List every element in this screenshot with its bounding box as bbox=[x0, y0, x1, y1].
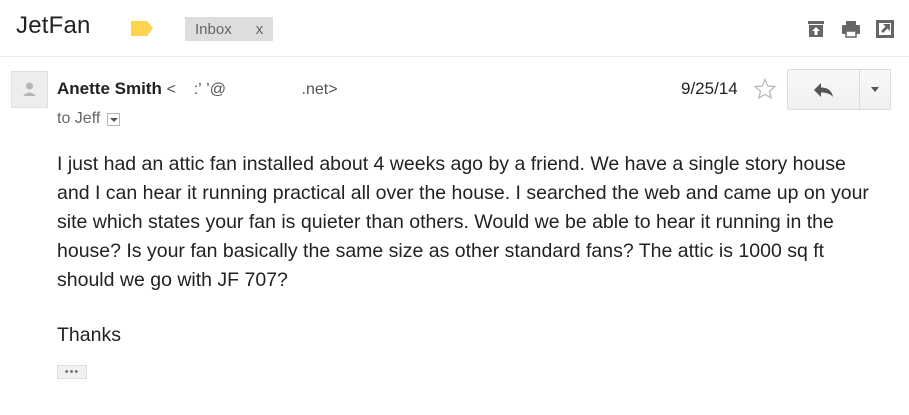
reply-button-group bbox=[787, 69, 891, 110]
message-paragraph: I just had an attic fan installed about … bbox=[57, 153, 869, 291]
message-closing: Thanks bbox=[57, 324, 121, 346]
reply-button[interactable] bbox=[788, 70, 860, 109]
remove-label-button[interactable]: x bbox=[256, 21, 264, 38]
star-icon[interactable] bbox=[753, 77, 777, 101]
person-icon bbox=[23, 82, 36, 96]
more-actions-button[interactable] bbox=[860, 70, 890, 109]
recipient-line: to Jeff bbox=[57, 110, 121, 128]
message-body: I just had an attic fan installed about … bbox=[57, 150, 877, 295]
sender-avatar[interactable] bbox=[11, 71, 48, 108]
archive-icon[interactable] bbox=[806, 19, 826, 39]
important-marker-icon[interactable] bbox=[131, 21, 153, 36]
recipient-text: to Jeff bbox=[57, 110, 101, 127]
email-subject: JetFan bbox=[16, 12, 91, 39]
message-date: 9/25/14 bbox=[681, 79, 738, 98]
show-details-dropdown[interactable] bbox=[107, 112, 121, 126]
header-divider bbox=[0, 56, 909, 57]
sender-line: Anette Smith < :’ ’@ .net> bbox=[57, 79, 338, 99]
reply-icon bbox=[813, 82, 833, 97]
sender-email: < :’ ’@ .net> bbox=[166, 81, 338, 98]
chevron-down-icon bbox=[871, 87, 879, 92]
label-chip-inbox[interactable]: Inbox x bbox=[185, 17, 273, 41]
ellipsis-icon: ••• bbox=[64, 366, 80, 378]
label-chip-text: Inbox bbox=[195, 20, 232, 38]
open-in-new-window-icon[interactable] bbox=[875, 19, 895, 39]
sender-name[interactable]: Anette Smith bbox=[57, 79, 162, 98]
show-trimmed-content-button[interactable]: ••• bbox=[57, 365, 87, 379]
print-icon[interactable] bbox=[841, 19, 861, 39]
